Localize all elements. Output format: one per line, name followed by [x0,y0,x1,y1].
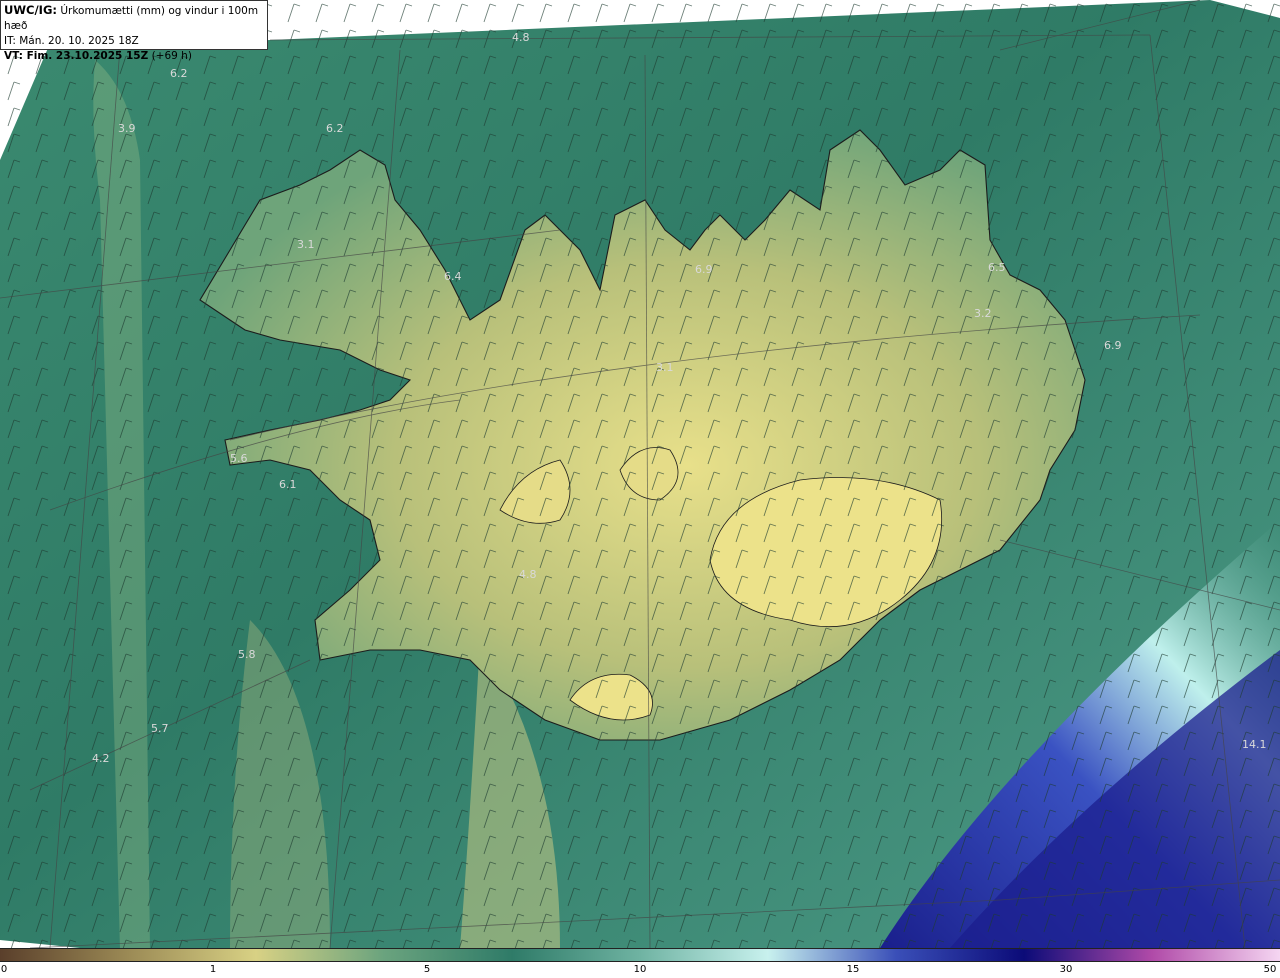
colorbar-tick: 30 [1059,964,1073,975]
colorbar-tick: 50 [1263,964,1277,975]
valid-offset: (+69 h) [151,50,192,62]
map-label: 6.5 [988,261,1006,274]
map-label: 6.2 [326,122,344,135]
map-label: 3.9 [118,122,136,135]
init-time: IT: Mán. 20. 10. 2025 18Z [4,35,139,47]
map-label: 6.4 [444,270,462,283]
colorbar-legend: 0 1 5 10 15 30 50 [0,948,1280,978]
map-label: 5.7 [151,722,169,735]
map-label: 5.6 [230,452,248,465]
map-label: 6.2 [170,67,188,80]
map-label: 4.2 [92,752,110,765]
colorbar-tick: 15 [846,964,860,975]
valid-time-line: VT: Fim. 23.10.2025 15Z (+69 h) [4,49,264,64]
map-label: 5.8 [238,648,256,661]
colorbar-tick: 1 [209,964,217,975]
model-name: UWC/IG: [4,3,57,17]
colorbar-tick: 5 [423,964,431,975]
map-label: 6.9 [695,263,713,276]
wind-barbs [0,0,1280,948]
map-label: 4.8 [519,568,537,581]
colorbar [0,948,1280,962]
map-label: 4.8 [512,31,530,44]
map-label: 14.1 [1242,738,1267,751]
map-title-box: UWC/IG: Úrkomumætti (mm) og vindur i 100… [0,0,268,62]
title-line: UWC/IG: Úrkomumætti (mm) og vindur i 100… [4,3,264,34]
precipitation-map: 4.8 6.2 3.9 6.2 3.1 6.4 6.9 6.5 3.2 6.9 … [0,0,1280,948]
colorbar-tick: 10 [633,964,647,975]
map-label: 3.2 [974,307,992,320]
valid-time: VT: Fim. 23.10.2025 15Z [4,50,149,62]
map-label: 3.1 [656,361,674,374]
map-label: 3.1 [297,238,315,251]
map-label: 6.1 [279,478,297,491]
map-label: 6.9 [1104,339,1122,352]
colorbar-tick: 0 [0,964,8,975]
